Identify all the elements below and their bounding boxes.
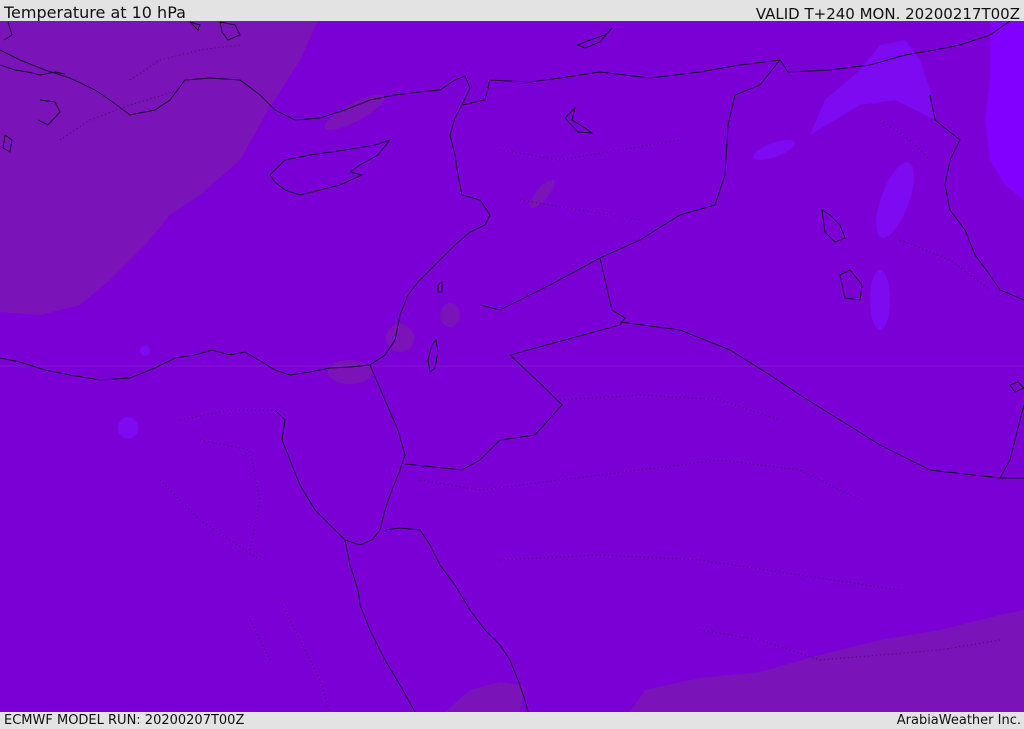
map-title: Temperature at 10 hPa bbox=[4, 3, 186, 22]
warm-blob-3 bbox=[328, 360, 372, 384]
cool-blob-3 bbox=[870, 270, 890, 330]
map-frame: Temperature at 10 hPa VALID T+240 MON. 2… bbox=[0, 0, 1024, 729]
warm-blob-5 bbox=[440, 303, 460, 327]
header-bar: Temperature at 10 hPa VALID T+240 MON. 2… bbox=[0, 0, 1024, 23]
credit-label: ArabiaWeather Inc. bbox=[896, 713, 1021, 728]
temperature-map bbox=[0, 21, 1024, 712]
footer-bar: ECMWF MODEL RUN: 20200207T00Z ArabiaWeat… bbox=[0, 712, 1024, 729]
model-run-label: ECMWF MODEL RUN: 20200207T00Z bbox=[4, 713, 245, 728]
cool-blob-4 bbox=[118, 417, 138, 439]
cool-blob-5 bbox=[140, 346, 150, 356]
